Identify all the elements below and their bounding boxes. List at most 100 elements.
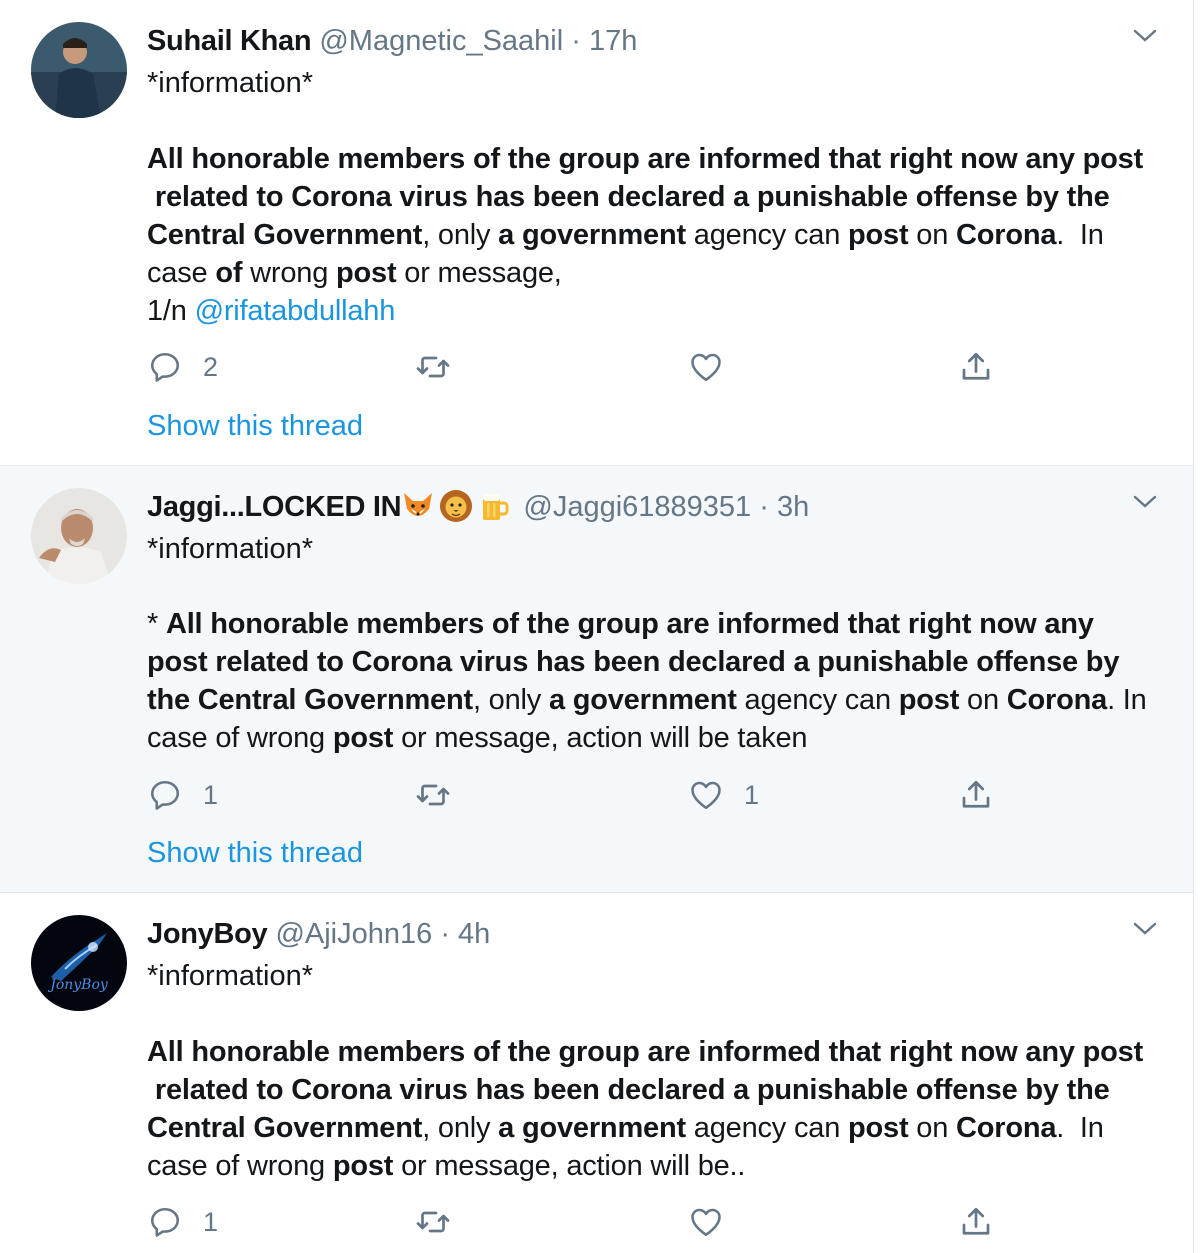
tweet-text-segment: . In	[1107, 684, 1147, 716]
like-button[interactable]	[688, 347, 724, 387]
retweet-icon	[416, 784, 450, 806]
heart-icon	[691, 1208, 721, 1237]
reply-count: 2	[203, 351, 219, 382]
tweet-text-segment: on	[908, 219, 956, 251]
share-button[interactable]	[958, 1202, 994, 1242]
reply-icon	[150, 780, 180, 810]
tweet-text-segment: case	[147, 257, 216, 289]
tweet-text: All honorable members of the group are i…	[147, 140, 1177, 330]
tweet-header: Jaggi...LOCKED IN @Jaggi61889351 · 3h	[147, 488, 809, 526]
tweet-first-line: *information*	[147, 960, 314, 992]
tweet-text-segment: or message,	[396, 257, 562, 289]
retweet-button[interactable]	[415, 1202, 451, 1242]
tweet-text-segment: case of wrong	[147, 722, 333, 754]
tweet-header: JonyBoy @AjiJohn16 · 4h	[147, 915, 490, 953]
tweet-text-segment: or message, action will be taken	[393, 722, 808, 754]
tweet-text-segment: *	[147, 608, 166, 640]
beer-mug-emoji-icon	[483, 494, 509, 520]
tweet-text-segment: Central Government	[147, 1112, 423, 1144]
fox-emoji-icon	[404, 493, 433, 516]
tweet-text-segment: a government	[498, 1112, 686, 1144]
tweet-text-segment: Corona	[955, 1112, 1057, 1144]
tweet-text-segment: related to Corona virus has been declare…	[154, 1074, 1110, 1106]
tweet-text-segment: on	[908, 1112, 956, 1144]
lion-emoji-icon	[440, 490, 473, 522]
tweet[interactable]: JonyBoy JonyBoy @AjiJohn16 · 4h *informa…	[0, 893, 1194, 1253]
tweet-text-segment: post	[847, 219, 909, 251]
tweet-text-segment: post related to Corona virus has been de…	[147, 646, 1120, 678]
chevron-down-icon[interactable]	[1131, 492, 1159, 512]
share-icon	[962, 352, 990, 380]
tweet-actions: 1	[147, 1202, 1047, 1242]
retweet-button[interactable]	[415, 775, 451, 815]
tweet-text-segment: All honorable members of the group are i…	[147, 1036, 1144, 1068]
tweet-first-line: *information*	[147, 67, 314, 99]
reply-icon	[150, 352, 180, 382]
timestamp[interactable]: 4h	[458, 918, 490, 950]
avatar[interactable]: JonyBoy	[31, 915, 127, 1011]
chevron-down-icon[interactable]	[1131, 26, 1159, 46]
tweet-text-segment: , only	[422, 1112, 499, 1144]
tweet-text-segment: case of wrong	[147, 1150, 333, 1182]
separator: ·	[440, 918, 450, 950]
tweet-text-segment	[147, 1074, 155, 1106]
retweet-icon	[416, 356, 450, 378]
separator: ·	[759, 491, 769, 523]
like-button[interactable]	[688, 1202, 724, 1242]
user-handle[interactable]: @Magnetic_Saahil	[319, 25, 563, 57]
tweet-text-segment: post	[332, 1150, 394, 1182]
tweet[interactable]: Jaggi...LOCKED IN @Jaggi61889351 · 3h *i…	[0, 466, 1194, 893]
tweet-text-segment: post	[336, 257, 397, 289]
tweet-header: Suhail Khan @Magnetic_Saahil · 17h	[147, 22, 637, 60]
tweet-text-segment: . In	[1056, 219, 1104, 251]
reply-count: 1	[203, 779, 219, 810]
tweet-text: All honorable members of the group are i…	[147, 1033, 1177, 1185]
tweet-text-segment: , only	[472, 684, 549, 716]
tweet-text-segment: . In	[1056, 1112, 1104, 1144]
avatar[interactable]	[31, 488, 127, 584]
display-name[interactable]: Jaggi...LOCKED IN	[147, 491, 402, 523]
tweet-text-segment: Corona	[955, 219, 1057, 251]
reply-button[interactable]: 2	[147, 347, 218, 387]
reply-count: 1	[203, 1206, 219, 1237]
tweet-text-segment: related to Corona virus has been declare…	[154, 181, 1110, 213]
tweet-first-line: *information*	[147, 533, 314, 565]
tweet-text-segment: 1/n	[147, 295, 195, 327]
chevron-down-icon[interactable]	[1131, 919, 1159, 939]
tweet-text-segment: , only	[422, 219, 499, 251]
avatar[interactable]	[31, 22, 127, 118]
heart-icon	[691, 353, 721, 382]
user-handle[interactable]: @AjiJohn16	[275, 918, 432, 950]
reply-button[interactable]: 1	[147, 775, 218, 815]
tweet-text-segment: or message, action will be..	[393, 1150, 746, 1182]
show-thread-link[interactable]: Show this thread	[147, 834, 363, 872]
like-button[interactable]: 1	[688, 775, 759, 815]
reply-button[interactable]: 1	[147, 1202, 218, 1242]
retweet-icon	[416, 1211, 450, 1233]
display-name[interactable]: JonyBoy	[147, 918, 268, 950]
tweet-text-segment: post	[847, 1112, 909, 1144]
timestamp[interactable]: 3h	[777, 491, 809, 523]
user-handle[interactable]: @Jaggi61889351	[523, 491, 751, 523]
mention-link[interactable]: @rifatabdullahh	[195, 295, 396, 327]
tweet-text-segment: the Central Government	[147, 684, 473, 716]
tweet-actions: 1 1	[147, 775, 1047, 815]
share-button[interactable]	[958, 347, 994, 387]
tweet-text-segment: agency can	[685, 1112, 848, 1144]
reply-icon	[150, 1207, 180, 1237]
show-thread-link[interactable]: Show this thread	[147, 407, 363, 445]
tweet-text-segment	[147, 181, 155, 213]
avatar-wordmark: JonyBoy	[47, 977, 109, 993]
tweet-text-segment: of	[215, 257, 243, 289]
retweet-button[interactable]	[415, 347, 451, 387]
tweet-text: * All honorable members of the group are…	[147, 605, 1177, 757]
display-name[interactable]: Suhail Khan	[147, 25, 312, 57]
share-button[interactable]	[958, 775, 994, 815]
tweet-text-segment: agency can	[736, 684, 899, 716]
tweet[interactable]: Suhail Khan @Magnetic_Saahil · 17h *info…	[0, 0, 1194, 466]
like-count: 1	[744, 779, 760, 810]
tweet-text-segment: post	[898, 684, 960, 716]
tweet-text-segment: a government	[548, 684, 737, 716]
tweet-text-segment: Corona	[1006, 684, 1108, 716]
timestamp[interactable]: 17h	[589, 25, 637, 57]
